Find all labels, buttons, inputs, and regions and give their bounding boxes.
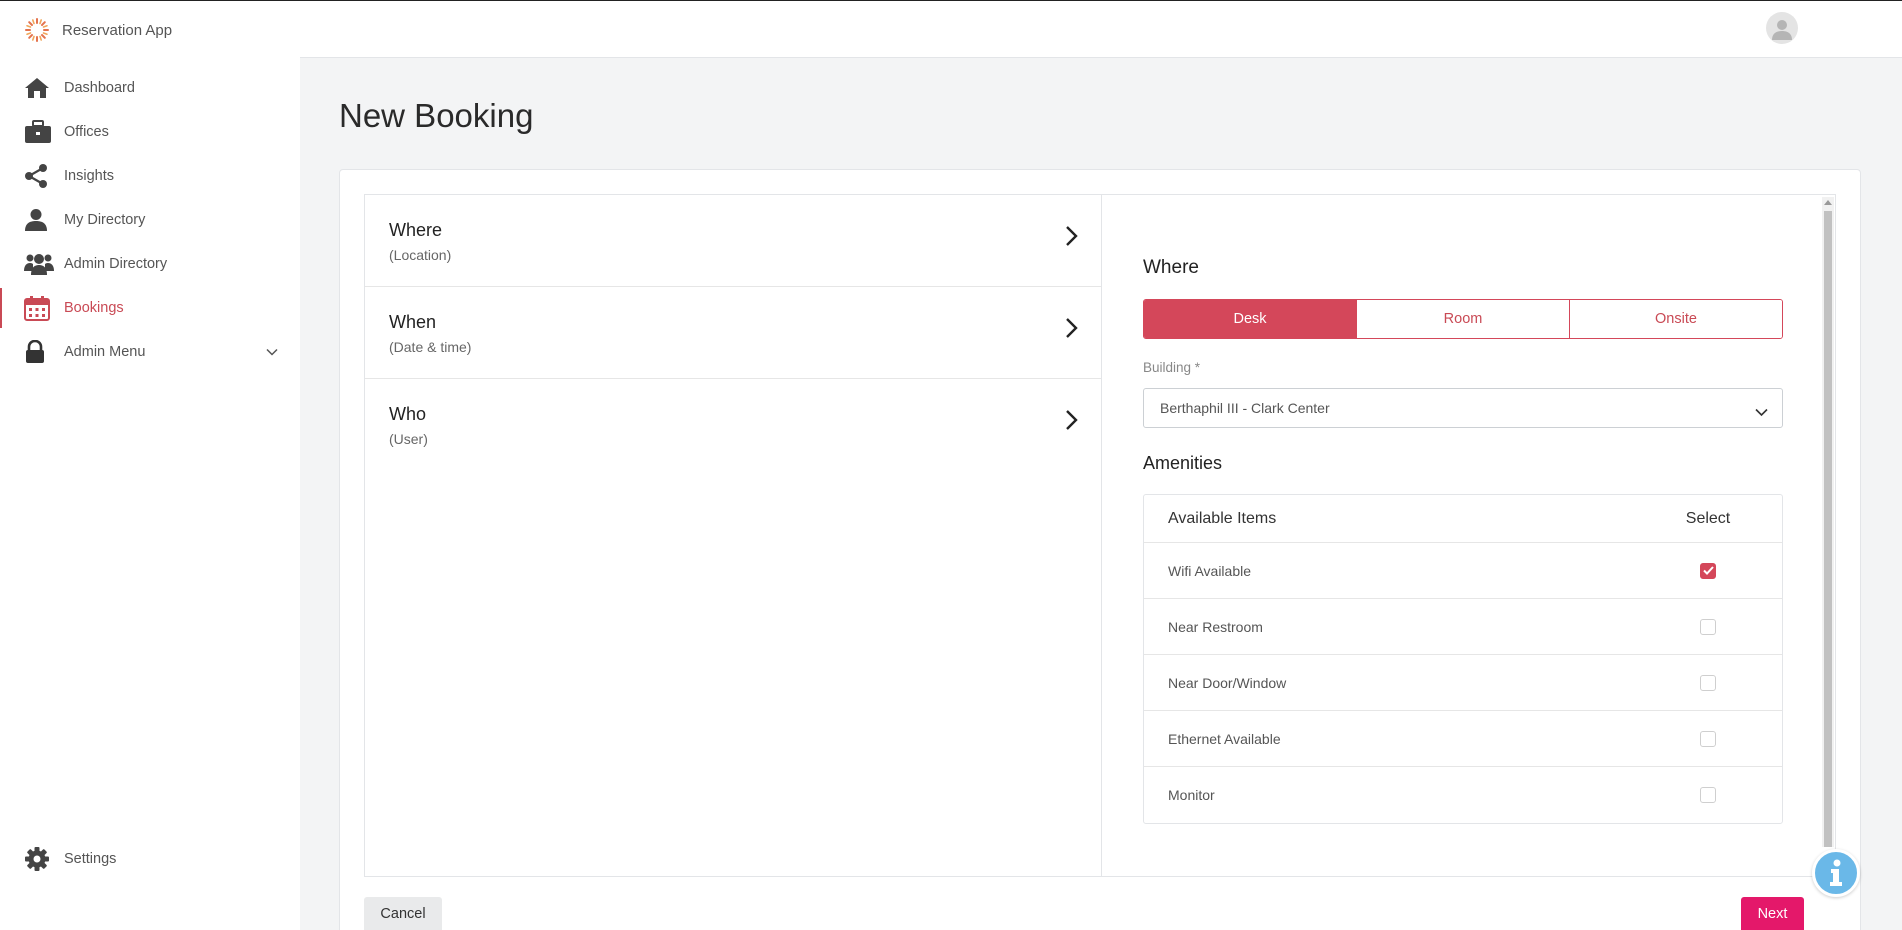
booking-type-toggle: Desk Room Onsite: [1143, 299, 1783, 339]
sidebar-item-label: Bookings: [64, 300, 124, 316]
sidebar-item-insights[interactable]: Insights: [0, 154, 300, 198]
section-title: Where: [1143, 257, 1199, 278]
amenity-label: Near Door/Window: [1168, 674, 1287, 691]
scroll-up-arrow-icon[interactable]: [1824, 200, 1832, 205]
sidebar: Reservation App Dashboard Offices Insigh…: [0, 1, 300, 930]
lock-icon: [24, 339, 54, 365]
step-title: When: [389, 312, 437, 332]
sidebar-item-settings[interactable]: Settings: [0, 837, 300, 881]
step-when[interactable]: When (Date & time): [365, 287, 1101, 379]
sidebar-nav: Dashboard Offices Insights My Directory …: [0, 66, 300, 374]
building-label: Building *: [1143, 360, 1201, 375]
amenity-checkbox[interactable]: [1700, 618, 1716, 635]
chevron-right-icon: [1065, 409, 1079, 436]
top-header: [300, 1, 1902, 58]
type-option-onsite[interactable]: Onsite: [1569, 300, 1782, 338]
where-detail-panel: Where Desk Room Onsite Building * Bertha…: [1103, 195, 1835, 876]
table-row: Near Door/Window: [1144, 655, 1782, 711]
sidebar-item-my-directory[interactable]: My Directory: [0, 198, 300, 242]
users-icon: [24, 251, 54, 277]
type-option-room[interactable]: Room: [1356, 300, 1569, 338]
amenity-checkbox[interactable]: [1700, 674, 1716, 691]
check-icon: [1702, 566, 1714, 575]
scrollbar-thumb[interactable]: [1824, 211, 1832, 847]
building-select[interactable]: Berthaphil III - Clark Center: [1143, 388, 1783, 428]
gear-icon: [24, 846, 54, 872]
step-who[interactable]: Who (User): [365, 379, 1101, 471]
steps-panel: Where (Location) When (Date & time) Who …: [365, 195, 1102, 876]
calendar-icon: [24, 295, 54, 321]
user-icon: [24, 207, 54, 233]
next-button[interactable]: Next: [1741, 897, 1804, 930]
share-icon: [24, 163, 54, 189]
step-where[interactable]: Where (Location): [365, 195, 1101, 287]
sidebar-item-offices[interactable]: Offices: [0, 110, 300, 154]
step-title: Where: [389, 220, 443, 240]
amenity-checkbox[interactable]: [1700, 730, 1716, 747]
amenity-label: Ethernet Available: [1168, 730, 1281, 747]
amenity-label: Monitor: [1168, 787, 1215, 803]
info-button[interactable]: [1812, 849, 1860, 897]
table-row: Ethernet Available: [1144, 711, 1782, 767]
chevron-down-icon[interactable]: [266, 344, 278, 360]
cancel-button[interactable]: Cancel: [364, 897, 442, 930]
amenities-table: Available Items Select Wifi Available Ne…: [1143, 494, 1783, 824]
amenity-checkbox[interactable]: [1700, 562, 1716, 579]
building-select-value: Berthaphil III - Clark Center: [1160, 400, 1330, 416]
chevron-right-icon: [1065, 317, 1079, 344]
sidebar-settings: Settings: [0, 837, 300, 881]
sidebar-item-label: Dashboard: [64, 80, 135, 96]
chevron-right-icon: [1065, 225, 1079, 252]
table-row: Wifi Available: [1144, 543, 1782, 599]
info-icon: [1830, 859, 1842, 886]
user-avatar-icon: [1772, 20, 1792, 40]
amenity-checkbox[interactable]: [1700, 787, 1716, 803]
sidebar-item-bookings[interactable]: Bookings: [0, 286, 300, 330]
sidebar-item-admin-menu[interactable]: Admin Menu: [0, 330, 300, 374]
step-title: Who: [389, 404, 427, 424]
table-header: Available Items Select: [1144, 495, 1782, 543]
booking-wizard: Where (Location) When (Date & time) Who …: [364, 194, 1836, 877]
app-logo-icon: [25, 18, 49, 42]
amenities-title: Amenities: [1143, 453, 1223, 473]
column-header-select: Select: [1685, 509, 1731, 527]
step-subtitle: (Location): [389, 247, 452, 263]
step-subtitle: (Date & time): [389, 339, 472, 355]
sidebar-item-label: Settings: [64, 851, 117, 867]
detail-scrollbar[interactable]: [1822, 197, 1834, 847]
sidebar-item-label: Admin Menu: [64, 344, 146, 360]
sidebar-item-label: My Directory: [64, 212, 146, 228]
sidebar-item-label: Offices: [64, 124, 109, 140]
page-title: New Booking: [339, 97, 534, 134]
brand[interactable]: Reservation App: [24, 17, 172, 43]
type-option-desk[interactable]: Desk: [1144, 300, 1356, 338]
table-row: Near Restroom: [1144, 599, 1782, 655]
home-icon: [24, 75, 54, 101]
table-row: Monitor: [1144, 767, 1782, 823]
sidebar-item-dashboard[interactable]: Dashboard: [0, 66, 300, 110]
amenity-label: Wifi Available: [1168, 562, 1252, 579]
avatar[interactable]: [1766, 12, 1798, 44]
app-name: Reservation App: [62, 21, 173, 39]
column-header-items: Available Items: [1168, 509, 1277, 527]
step-subtitle: (User): [389, 431, 428, 447]
chevron-down-icon: [1755, 404, 1768, 420]
briefcase-icon: [24, 119, 54, 145]
sidebar-item-admin-directory[interactable]: Admin Directory: [0, 242, 300, 286]
sidebar-item-label: Insights: [64, 168, 114, 184]
amenity-label: Near Restroom: [1168, 618, 1263, 635]
sidebar-item-label: Admin Directory: [64, 256, 168, 272]
